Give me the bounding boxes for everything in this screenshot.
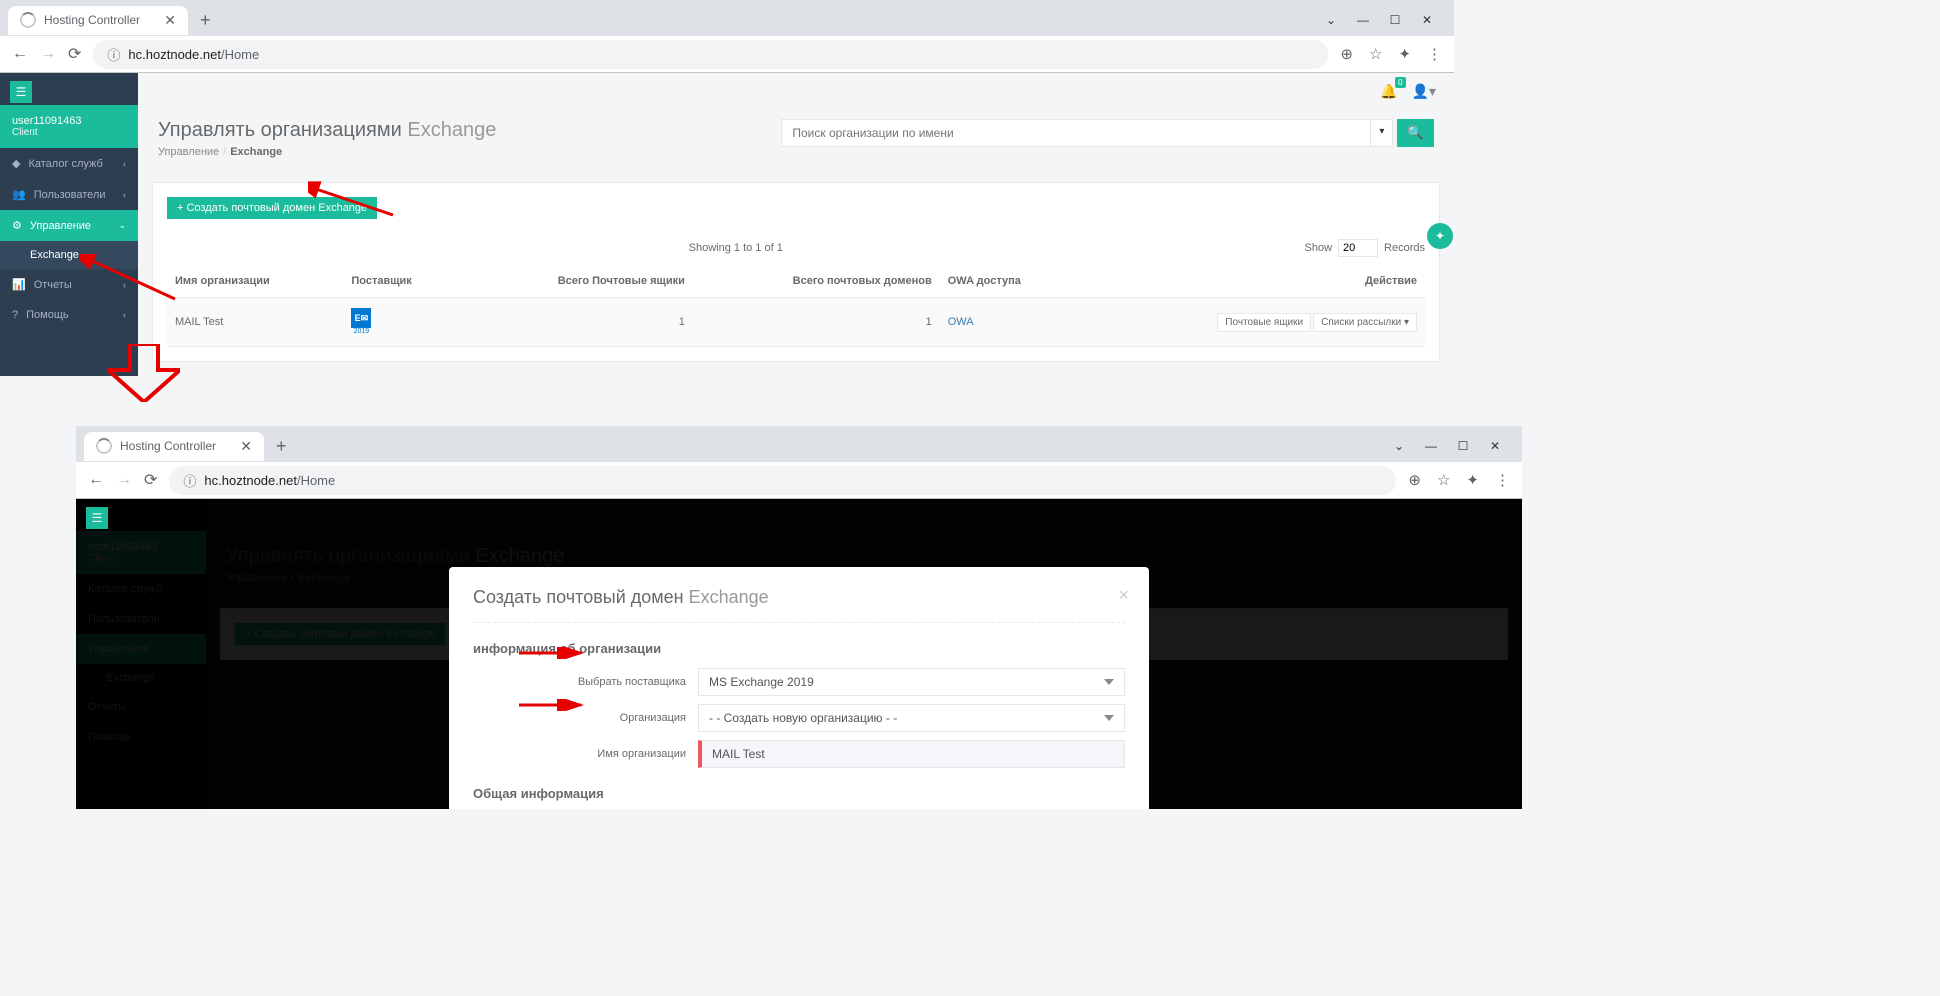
cell-provider: E✉ 2019 xyxy=(343,298,465,347)
tab-bar: Hosting Controller ✕ + ⌄ — ☐ ✕ xyxy=(0,0,1454,36)
address-bar: ← → ⟳ ⓘ hc.hoztnode.net/Home ⊕ ☆ ✦ ⋮ xyxy=(0,36,1454,72)
back-button[interactable]: ← xyxy=(12,45,28,63)
close-icon[interactable]: ✕ xyxy=(164,12,176,29)
main-content: Управлять организациями Exchange Управле… xyxy=(138,73,1454,376)
forward-button-2[interactable]: → xyxy=(116,471,132,489)
tab-favicon-2 xyxy=(96,438,112,454)
exchange-icon: E✉ xyxy=(351,308,371,328)
drop-icon[interactable]: ⌄ xyxy=(1324,13,1338,27)
create-exchange-domain-button[interactable]: + Создать почтовый домен Exchange xyxy=(167,197,377,219)
cell-mailboxes: 1 xyxy=(465,298,693,347)
showing-text: Showing 1 to 1 of 1 xyxy=(689,242,783,254)
reload-button-2[interactable]: ⟳ xyxy=(144,470,157,490)
org-table: Имя организации Поставщик Всего Почтовые… xyxy=(167,265,1425,347)
extensions-icon-2[interactable]: ✦ xyxy=(1466,471,1479,489)
modal-title: Создать почтовый домен Exchange xyxy=(473,587,1125,623)
menu-icon[interactable]: ⋮ xyxy=(1427,45,1442,63)
search-input[interactable] xyxy=(781,119,1371,147)
tab-favicon xyxy=(20,12,36,28)
section-general: Общая информация xyxy=(473,786,1125,801)
close-window-icon[interactable]: ✕ xyxy=(1420,13,1434,27)
close-window-icon-2[interactable]: ✕ xyxy=(1488,439,1502,453)
browser-chrome-2: Hosting Controller ✕ + ⌄ — ☐ ✕ ← → ⟳ ⓘ h… xyxy=(76,426,1522,499)
mailboxes-button[interactable]: Почтовые ящики xyxy=(1217,313,1311,332)
user-name: user11091463 xyxy=(12,115,126,127)
minimize-icon-2[interactable]: — xyxy=(1424,439,1438,453)
app: ☰ 🔔0 👤▾ user11091463 Client ◆Каталог слу… xyxy=(0,73,1454,376)
maximize-icon[interactable]: ☐ xyxy=(1388,13,1402,27)
screenshot-1: Hosting Controller ✕ + ⌄ — ☐ ✕ ← → ⟳ ⓘ h… xyxy=(0,0,1454,376)
tab-title: Hosting Controller xyxy=(44,13,140,27)
create-domain-modal: × Создать почтовый домен Exchange информ… xyxy=(449,567,1149,809)
modal-close-button[interactable]: × xyxy=(1118,585,1129,606)
col-owa: OWA доступа xyxy=(940,265,1082,298)
organization-select[interactable]: - - Создать новую организацию - - xyxy=(698,704,1125,732)
browser-tab[interactable]: Hosting Controller ✕ xyxy=(8,6,188,35)
sidebar-item-manage[interactable]: ⚙Управление⌄ xyxy=(0,210,138,241)
window-controls: ⌄ — ☐ ✕ xyxy=(1324,13,1446,27)
browser-chrome: Hosting Controller ✕ + ⌄ — ☐ ✕ ← → ⟳ ⓘ h… xyxy=(0,0,1454,73)
zoom-icon-2[interactable]: ⊕ xyxy=(1408,471,1421,489)
label-organization: Организация xyxy=(473,712,698,724)
extensions-icon[interactable]: ✦ xyxy=(1398,45,1411,63)
col-mailboxes: Всего Почтовые ящики xyxy=(465,265,693,298)
provider-select[interactable]: MS Exchange 2019 xyxy=(698,668,1125,696)
label-org-name: Имя организации xyxy=(473,748,698,760)
records-per-page: Show Records xyxy=(1305,239,1426,257)
org-search: ▾ 🔍 xyxy=(781,119,1434,147)
menu-icon-2[interactable]: ⋮ xyxy=(1495,471,1510,489)
url-bar-2[interactable]: ⓘ hc.hoztnode.net/Home xyxy=(169,466,1396,495)
search-dropdown[interactable]: ▾ xyxy=(1371,119,1393,147)
url-bar[interactable]: ⓘ hc.hoztnode.net/Home xyxy=(93,40,1328,69)
sidebar-item-help[interactable]: ?Помощь‹ xyxy=(0,300,138,330)
owa-link[interactable]: OWA xyxy=(948,316,974,328)
zoom-icon[interactable]: ⊕ xyxy=(1340,45,1353,63)
screenshot-2: Hosting Controller ✕ + ⌄ — ☐ ✕ ← → ⟳ ⓘ h… xyxy=(76,426,1940,809)
hamburger-button[interactable]: ☰ xyxy=(10,81,32,103)
close-icon-2[interactable]: ✕ xyxy=(240,438,252,455)
hamburger-button-2[interactable]: ☰ xyxy=(86,507,108,529)
col-provider: Поставщик xyxy=(343,265,465,298)
star-icon-2[interactable]: ☆ xyxy=(1437,471,1450,489)
user-menu-icon[interactable]: 👤▾ xyxy=(1412,83,1436,100)
drop-icon-2[interactable]: ⌄ xyxy=(1392,439,1406,453)
sidebar-item-catalog[interactable]: ◆Каталог служб‹ xyxy=(0,148,138,179)
site-info-icon[interactable]: ⓘ xyxy=(107,45,120,64)
star-icon[interactable]: ☆ xyxy=(1369,45,1382,63)
minimize-icon[interactable]: — xyxy=(1356,13,1370,27)
page-title: Управлять организациями Exchange xyxy=(158,119,496,142)
cell-org: MAIL Test xyxy=(167,298,343,347)
browser-tab-2[interactable]: Hosting Controller ✕ xyxy=(84,432,264,461)
org-panel: + Создать почтовый домен Exchange ✦ Show… xyxy=(152,182,1440,362)
user-panel: user11091463 Client xyxy=(0,105,138,148)
dist-lists-button[interactable]: Списки рассылки ▾ xyxy=(1313,313,1417,332)
col-domains: Всего почтовых доменов xyxy=(693,265,940,298)
breadcrumb: Управление/Exchange xyxy=(158,146,496,158)
cell-owa: OWA xyxy=(940,298,1082,347)
table-row: MAIL Test E✉ 2019 1 1 OWA xyxy=(167,298,1425,347)
new-tab-button[interactable]: + xyxy=(200,10,211,31)
forward-button[interactable]: → xyxy=(40,45,56,63)
reload-button[interactable]: ⟳ xyxy=(68,44,81,64)
site-info-icon-2[interactable]: ⓘ xyxy=(183,471,196,490)
col-action: Действие xyxy=(1082,265,1425,298)
sidebar-submenu-exchange[interactable]: Exchange xyxy=(0,241,138,269)
section-org-info: информация об организации xyxy=(473,641,1125,656)
records-select[interactable] xyxy=(1338,239,1378,257)
cell-domains: 1 xyxy=(693,298,940,347)
new-tab-button-2[interactable]: + xyxy=(276,436,287,457)
side-quick-button[interactable]: ✦ xyxy=(1427,223,1453,249)
col-org: Имя организации xyxy=(167,265,343,298)
label-provider: Выбрать поставщика xyxy=(473,676,698,688)
org-name-input[interactable] xyxy=(698,740,1125,768)
sidebar: user11091463 Client ◆Каталог служб‹ 👥Пол… xyxy=(0,73,138,376)
search-button[interactable]: 🔍 xyxy=(1397,119,1434,147)
sidebar-item-reports[interactable]: 📊Отчеты‹ xyxy=(0,269,138,300)
annotation-arrow-down xyxy=(108,344,180,402)
user-role: Client xyxy=(12,127,126,138)
bell-icon[interactable]: 🔔0 xyxy=(1380,83,1397,100)
sidebar-item-users[interactable]: 👥Пользователи‹ xyxy=(0,179,138,210)
maximize-icon-2[interactable]: ☐ xyxy=(1456,439,1470,453)
back-button-2[interactable]: ← xyxy=(88,471,104,489)
